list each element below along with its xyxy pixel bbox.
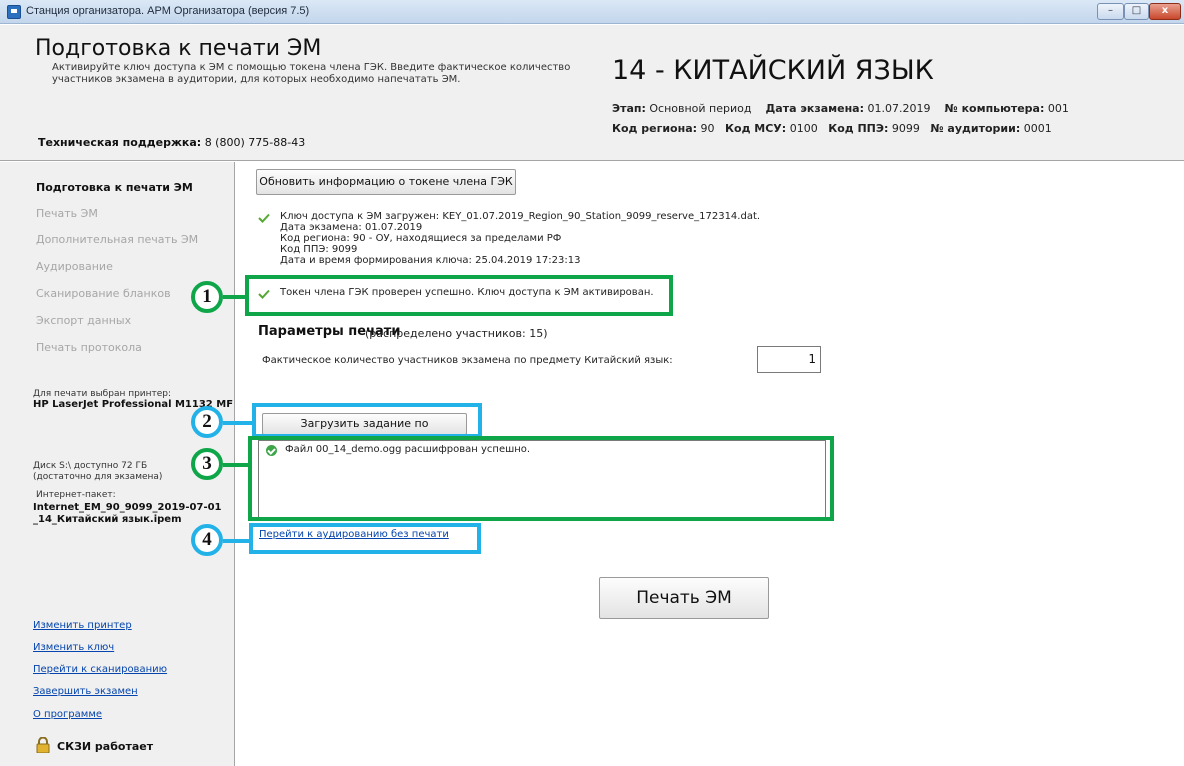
sidebar-item-print-prep[interactable]: Подготовка к печати ЭМ	[36, 181, 193, 194]
about-link[interactable]: О программе	[33, 709, 102, 720]
auditorium-value: 0001	[1023, 122, 1052, 135]
finish-exam-link[interactable]: Завершить экзамен	[33, 686, 138, 697]
crypto-status: СКЗИ работает	[57, 740, 154, 753]
print-em-button[interactable]: Печать ЭМ	[599, 577, 769, 619]
tech-support: Техническая поддержка: 8 (800) 775-88-43	[38, 136, 305, 149]
app-icon	[7, 5, 21, 19]
callout-badge-2: 2	[191, 406, 223, 438]
callout-badge-1: 1	[191, 281, 223, 313]
package-name-line1: Internet_EM_90_9099_2019-07-01	[33, 502, 222, 513]
key-ppe: Код ППЭ: 9099	[280, 244, 358, 255]
minimize-button[interactable]: –	[1097, 3, 1124, 20]
change-key-link[interactable]: Изменить ключ	[33, 642, 114, 653]
sidebar-item-export[interactable]: Экспорт данных	[36, 314, 131, 327]
sidebar-item-protocol[interactable]: Печать протокола	[36, 341, 142, 354]
participants-count-input[interactable]: 1	[757, 346, 821, 373]
check-icon	[258, 213, 270, 223]
page-title: Подготовка к печати ЭМ	[35, 36, 322, 61]
computer-label: № компьютера:	[944, 102, 1045, 115]
print-params-note: (распределено участников: 15)	[365, 327, 548, 340]
key-region: Код региона: 90 - ОУ, находящиеся за пре…	[280, 233, 562, 244]
disk-status: (достаточно для экзамена)	[33, 472, 163, 482]
exam-date-value: 01.07.2019	[867, 102, 931, 115]
auditorium-label: № аудитории:	[930, 122, 1021, 135]
callout-badge-4: 4	[191, 524, 223, 556]
callout-frame-1	[245, 275, 673, 316]
msu-value: 0100	[789, 122, 818, 135]
region-value: 90	[700, 122, 715, 135]
region-label: Код региона:	[612, 122, 698, 135]
support-phone: 8 (800) 775-88-43	[204, 136, 306, 149]
computer-value: 001	[1047, 102, 1069, 115]
exam-date-label: Дата экзамена:	[765, 102, 865, 115]
sidebar-item-audio[interactable]: Аудирование	[36, 260, 113, 273]
stage-value: Основной период	[649, 102, 752, 115]
callout-frame-4	[249, 523, 481, 554]
callout-frame-3	[248, 436, 834, 521]
support-label: Техническая поддержка:	[38, 136, 202, 149]
callout-connector-2	[223, 421, 254, 425]
sidebar-item-extra-print[interactable]: Дополнительная печать ЭМ	[36, 233, 198, 246]
callout-connector-3	[223, 463, 250, 467]
disk-space: Диск S:\ доступно 72 ГБ	[33, 461, 148, 471]
key-exam-date: Дата экзамена: 01.07.2019	[280, 222, 423, 233]
callout-frame-2	[252, 403, 482, 438]
exam-meta-line-2: Код региона: 90 Код МСУ: 0100 Код ППЭ: 9…	[612, 122, 1052, 135]
change-printer-link[interactable]: Изменить принтер	[33, 620, 132, 631]
callout-connector-1	[223, 295, 247, 299]
participants-count-label: Фактическое количество участников экзаме…	[262, 355, 673, 366]
key-created: Дата и время формирования ключа: 25.04.2…	[280, 255, 581, 266]
stage-label: Этап:	[612, 102, 646, 115]
package-name-line2: _14_Китайский язык.ipem	[33, 514, 182, 525]
refresh-token-button[interactable]: Обновить информацию о токене члена ГЭК	[256, 169, 516, 195]
callout-badge-3: 3	[191, 448, 223, 480]
page-subtitle: Активируйте ключ доступа к ЭМ с помощью …	[52, 62, 571, 85]
key-loaded-text: Ключ доступа к ЭМ загружен: KEY_01.07.20…	[280, 211, 761, 222]
window-titlebar: Станция организатора. АРМ Организатора (…	[0, 0, 1184, 24]
lock-icon	[36, 737, 50, 753]
exam-subject: 14 - КИТАЙСКИЙ ЯЗЫК	[612, 55, 934, 86]
go-to-scanning-link[interactable]: Перейти к сканированию	[33, 664, 167, 675]
sidebar-item-scanning[interactable]: Сканирование бланков	[36, 287, 171, 300]
window-title: Станция организатора. АРМ Организатора (…	[26, 5, 310, 17]
exam-meta-line-1: Этап: Основной период Дата экзамена: 01.…	[612, 102, 1069, 115]
ppe-value: 9099	[891, 122, 920, 135]
ppe-label: Код ППЭ:	[828, 122, 889, 135]
callout-connector-4	[223, 539, 251, 543]
msu-label: Код МСУ:	[725, 122, 787, 135]
sidebar-item-print[interactable]: Печать ЭМ	[36, 207, 98, 220]
package-label: Интернет-пакет:	[36, 490, 116, 500]
close-button[interactable]: x	[1149, 3, 1181, 20]
maximize-button[interactable]: □	[1124, 3, 1149, 20]
